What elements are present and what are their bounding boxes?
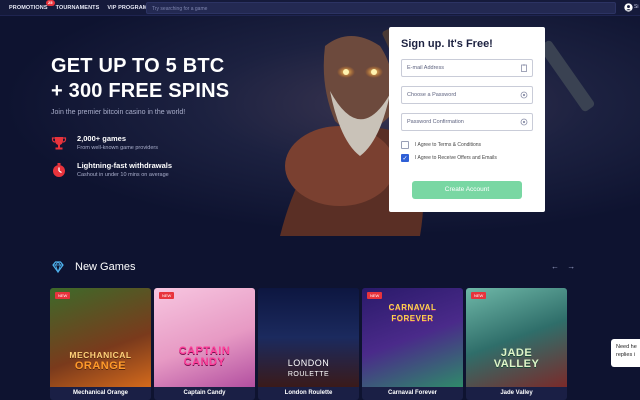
chat-widget[interactable]: Need he replies i bbox=[611, 339, 640, 367]
game-card-captain-candy[interactable]: NEW CAPTAIN CANDY Captain Candy bbox=[154, 288, 255, 400]
offers-checkbox[interactable]: ✓ bbox=[401, 154, 409, 162]
game-name: Mechanical Orange bbox=[72, 390, 129, 396]
eye-icon[interactable] bbox=[520, 91, 528, 99]
game-thumbnail bbox=[50, 288, 151, 387]
nav-promotions[interactable]: PROMOTIONS 25 bbox=[9, 0, 55, 11]
terms-label: I Agree to Terms & Conditions bbox=[415, 142, 482, 148]
hero-title: GET UP TO 5 BTC + 300 FREE SPINS bbox=[51, 54, 229, 104]
game-name: Captain Candy bbox=[183, 390, 226, 396]
game-thumbnail bbox=[466, 288, 567, 387]
game-card-jade-valley[interactable]: NEW JADE VALLEY Jade Valley bbox=[466, 288, 567, 400]
game-art-title: CAPTAIN CANDY bbox=[178, 345, 231, 368]
password-field[interactable]: Choose a Password bbox=[401, 86, 533, 104]
game-art-title: JADE VALLEY bbox=[493, 347, 540, 370]
stopwatch-icon bbox=[53, 162, 65, 177]
offers-checkbox-row[interactable]: ✓ I Agree to Receive Offers and Emails bbox=[401, 154, 497, 162]
game-name: Carnaval Forever bbox=[387, 390, 438, 396]
game-name: London Roulette bbox=[284, 390, 333, 396]
new-tag: NEW bbox=[471, 292, 487, 299]
chat-line-2: replies i bbox=[616, 352, 635, 358]
new-games-title: New Games bbox=[75, 261, 136, 273]
game-name: Jade Valley bbox=[500, 390, 533, 396]
password-confirm-field[interactable]: Password Confirmation bbox=[401, 113, 533, 131]
new-tag: NEW bbox=[159, 292, 175, 299]
feature-withdrawals-title: Lightning-fast withdrawals bbox=[77, 161, 172, 170]
top-navigation: PROMOTIONS 25 TOURNAMENTS VIP PROGRAM Try… bbox=[0, 0, 640, 16]
new-games-header: New Games bbox=[51, 260, 136, 274]
signup-form: Sign up. It's Free! E-mail Address Choos… bbox=[389, 27, 545, 212]
game-card-carnaval-forever[interactable]: NEW CARNAVAL FOREVER Carnaval Forever bbox=[362, 288, 463, 400]
hero-title-line-1: GET UP TO 5 BTC bbox=[51, 55, 225, 77]
game-card-mechanical-orange[interactable]: NEW MECHANICAL ORANGE Mechanical Orange bbox=[50, 288, 151, 400]
carousel-next-button[interactable]: → bbox=[567, 262, 578, 271]
search-input[interactable]: Try searching for a game bbox=[146, 2, 616, 14]
feature-games-title: 2,000+ games bbox=[77, 134, 126, 143]
hero-subtitle: Join the premier bitcoin casino in the w… bbox=[51, 109, 186, 116]
feature-games-sub: From well-known game providers bbox=[77, 145, 158, 151]
game-card-london-roulette[interactable]: LONDON ROULETTE London Roulette bbox=[258, 288, 359, 400]
hero-title-line-2: + 300 FREE SPINS bbox=[51, 80, 230, 102]
signup-title: Sign up. It's Free! bbox=[401, 38, 493, 50]
feature-withdrawals-sub: Cashout in under 10 mins on average bbox=[77, 172, 169, 178]
clipboard-icon bbox=[521, 64, 527, 72]
game-art-title: CARNAVAL FOREVER bbox=[388, 303, 437, 323]
game-art-title: MECHANICAL ORANGE bbox=[69, 350, 132, 372]
user-icon[interactable] bbox=[624, 3, 633, 12]
terms-checkbox-row[interactable]: I Agree to Terms & Conditions bbox=[401, 141, 481, 149]
new-tag: NEW bbox=[367, 292, 383, 299]
nav-tournaments[interactable]: TOURNAMENTS bbox=[56, 5, 100, 11]
offers-label: I Agree to Receive Offers and Emails bbox=[415, 155, 497, 161]
game-art-title: LONDON ROULETTE bbox=[287, 358, 330, 378]
feature-withdrawals: Lightning-fast withdrawals Cashout in un… bbox=[51, 161, 172, 178]
email-field[interactable]: E-mail Address bbox=[401, 59, 533, 77]
trophy-icon bbox=[51, 136, 67, 149]
diamond-icon bbox=[52, 261, 64, 274]
new-tag: NEW bbox=[55, 292, 71, 299]
promotions-count-badge: 25 bbox=[45, 0, 55, 6]
chat-line-1: Need he bbox=[616, 344, 637, 350]
carousel-arrows: ← → bbox=[551, 262, 578, 271]
feature-games: 2,000+ games From well-known game provid… bbox=[51, 134, 158, 151]
eye-icon[interactable] bbox=[520, 118, 528, 126]
nav-vip-program[interactable]: VIP PROGRAM bbox=[107, 5, 147, 11]
terms-checkbox[interactable] bbox=[401, 141, 409, 149]
user-name-truncated[interactable]: Si bbox=[634, 4, 638, 10]
game-thumbnail bbox=[154, 288, 255, 387]
carousel-prev-button[interactable]: ← bbox=[551, 262, 562, 271]
create-account-button[interactable]: Create Account bbox=[412, 181, 522, 199]
